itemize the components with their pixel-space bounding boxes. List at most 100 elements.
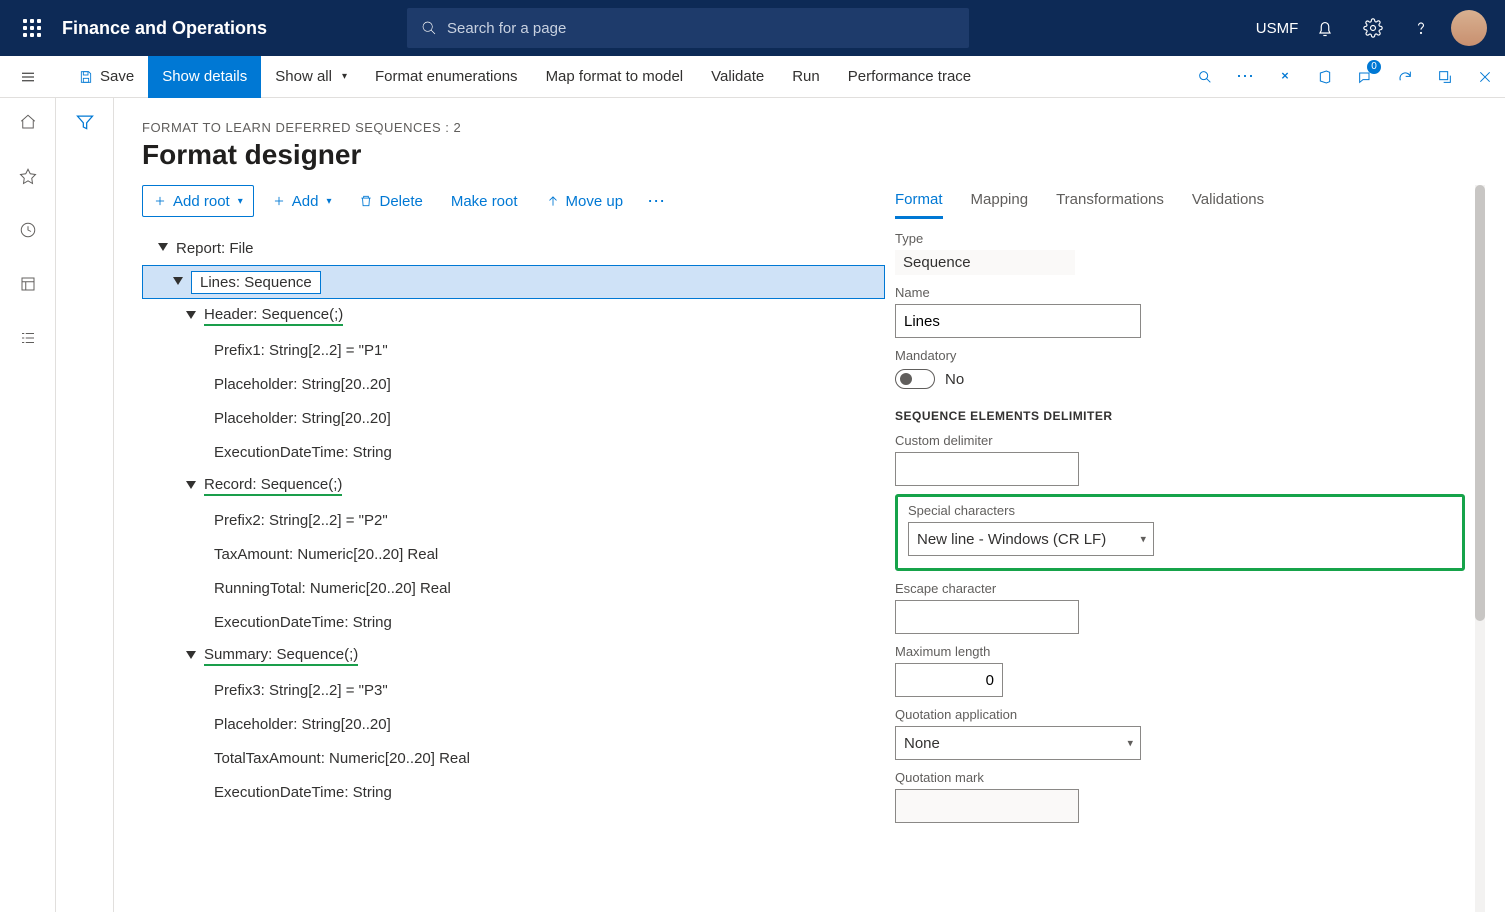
- tree-node[interactable]: Prefix2: String[2..2] = "P2": [142, 503, 885, 537]
- refresh-icon[interactable]: [1385, 56, 1425, 98]
- nav-toggle-icon[interactable]: [0, 56, 56, 98]
- popout-icon[interactable]: [1425, 56, 1465, 98]
- maximum-length-label: Maximum length: [895, 644, 1465, 659]
- legal-entity[interactable]: USMF: [1253, 0, 1301, 56]
- chevron-down-icon: ▾: [1140, 533, 1146, 546]
- tree-toolbar-more-icon[interactable]: ⋯: [641, 191, 671, 212]
- show-details-label: Show details: [162, 68, 247, 85]
- tree-node[interactable]: TaxAmount: Numeric[20..20] Real: [142, 537, 885, 571]
- filter-icon[interactable]: [75, 112, 95, 135]
- action-search-icon[interactable]: [1185, 56, 1225, 98]
- add-root-button[interactable]: Add root ▾: [142, 185, 254, 217]
- make-root-button[interactable]: Make root: [441, 185, 528, 217]
- chevron-down-icon: ▾: [238, 196, 243, 207]
- tree-node[interactable]: ExecutionDateTime: String: [142, 775, 885, 809]
- show-details-button[interactable]: Show details: [148, 56, 261, 98]
- format-tree: Report: File Lines: Sequence Header: Seq…: [142, 231, 885, 809]
- add-button[interactable]: Add ▾: [262, 185, 342, 217]
- tree-node[interactable]: Placeholder: String[20..20]: [142, 401, 885, 435]
- collapse-icon[interactable]: [184, 309, 198, 323]
- special-characters-select[interactable]: New line - Windows (CR LF): [908, 522, 1154, 556]
- search-icon: [421, 20, 437, 36]
- tree-node[interactable]: Prefix3: String[2..2] = "P3": [142, 673, 885, 707]
- nav-favorites-icon[interactable]: [7, 160, 49, 192]
- collapse-icon[interactable]: [156, 241, 170, 255]
- tab-mapping[interactable]: Mapping: [971, 187, 1029, 219]
- move-up-button[interactable]: Move up: [536, 185, 634, 217]
- quotation-application-label: Quotation application: [895, 707, 1465, 722]
- tree-toolbar: Add root ▾ Add ▾ Delete: [142, 185, 885, 217]
- tab-transformations[interactable]: Transformations: [1056, 187, 1164, 219]
- tree-node-header[interactable]: Header: Sequence(;): [142, 299, 885, 333]
- delete-button[interactable]: Delete: [349, 185, 432, 217]
- collapse-icon[interactable]: [171, 275, 185, 289]
- tree-node[interactable]: ExecutionDateTime: String: [142, 605, 885, 639]
- tree-node[interactable]: TotalTaxAmount: Numeric[20..20] Real: [142, 741, 885, 775]
- help-icon[interactable]: [1397, 0, 1445, 56]
- nav-recent-icon[interactable]: [7, 214, 49, 246]
- tab-format[interactable]: Format: [895, 187, 943, 219]
- mandatory-toggle[interactable]: [895, 369, 935, 389]
- tree-node-report[interactable]: Report: File: [142, 231, 885, 265]
- tab-validations[interactable]: Validations: [1192, 187, 1264, 219]
- custom-delimiter-input[interactable]: [895, 452, 1079, 486]
- tree-panel: Add root ▾ Add ▾ Delete: [142, 185, 885, 912]
- notifications-icon[interactable]: [1301, 0, 1349, 56]
- nav-home-icon[interactable]: [7, 106, 49, 138]
- type-label: Type: [895, 231, 1465, 246]
- quotation-application-select[interactable]: None: [895, 726, 1141, 760]
- tree-node[interactable]: Placeholder: String[20..20]: [142, 367, 885, 401]
- tree-node[interactable]: Placeholder: String[20..20]: [142, 707, 885, 741]
- format-enumerations-button[interactable]: Format enumerations: [361, 56, 532, 98]
- global-search-input[interactable]: [447, 20, 955, 37]
- close-icon[interactable]: [1465, 56, 1505, 98]
- app-launcher-icon[interactable]: [8, 0, 56, 56]
- run-button[interactable]: Run: [778, 56, 834, 98]
- left-nav: [0, 98, 56, 912]
- special-characters-highlight: Special characters New line - Windows (C…: [895, 494, 1465, 571]
- body: FORMAT TO LEARN DEFERRED SEQUENCES : 2 F…: [0, 98, 1505, 912]
- quotation-mark-input[interactable]: [895, 789, 1079, 823]
- collapse-icon[interactable]: [184, 649, 198, 663]
- chevron-down-icon: ▾: [342, 71, 347, 82]
- tree-node-lines[interactable]: Lines: Sequence: [142, 265, 885, 299]
- tree-node[interactable]: Prefix1: String[2..2] = "P1": [142, 333, 885, 367]
- top-bar: Finance and Operations USMF: [0, 0, 1505, 56]
- save-label: Save: [100, 68, 134, 85]
- name-input[interactable]: [895, 304, 1141, 338]
- special-characters-label: Special characters: [908, 503, 1452, 518]
- office-icon[interactable]: [1305, 56, 1345, 98]
- tree-node-record[interactable]: Record: Sequence(;): [142, 469, 885, 503]
- action-more-icon[interactable]: ⋯: [1225, 56, 1265, 98]
- nav-workspaces-icon[interactable]: [7, 268, 49, 300]
- tree-node[interactable]: ExecutionDateTime: String: [142, 435, 885, 469]
- properties-panel: Format Mapping Transformations Validatio…: [885, 185, 1485, 912]
- global-search[interactable]: [407, 8, 969, 48]
- nav-modules-icon[interactable]: [7, 322, 49, 354]
- settings-icon[interactable]: [1349, 0, 1397, 56]
- page-title: Format designer: [142, 139, 1485, 171]
- type-value: Sequence: [895, 250, 1075, 275]
- messages-badge: 0: [1367, 60, 1381, 74]
- breadcrumb: FORMAT TO LEARN DEFERRED SEQUENCES : 2: [142, 120, 1485, 135]
- collapse-icon[interactable]: [184, 479, 198, 493]
- filter-bar: [56, 98, 114, 912]
- maximum-length-input[interactable]: [895, 663, 1003, 697]
- scrollbar[interactable]: [1475, 185, 1485, 912]
- user-avatar[interactable]: [1451, 10, 1487, 46]
- escape-character-input[interactable]: [895, 600, 1079, 634]
- attachments-icon[interactable]: [1265, 56, 1305, 98]
- property-tabs: Format Mapping Transformations Validatio…: [895, 187, 1465, 219]
- map-format-to-model-button[interactable]: Map format to model: [532, 56, 698, 98]
- save-button[interactable]: Save: [64, 56, 148, 98]
- tree-node-summary[interactable]: Summary: Sequence(;): [142, 639, 885, 673]
- validate-button[interactable]: Validate: [697, 56, 778, 98]
- action-bar: Save Show details Show all▾ Format enume…: [0, 56, 1505, 98]
- performance-trace-button[interactable]: Performance trace: [834, 56, 985, 98]
- quotation-mark-label: Quotation mark: [895, 770, 1465, 785]
- show-all-button[interactable]: Show all▾: [261, 56, 361, 98]
- tree-node[interactable]: RunningTotal: Numeric[20..20] Real: [142, 571, 885, 605]
- scrollbar-thumb[interactable]: [1475, 185, 1485, 621]
- app-title: Finance and Operations: [62, 18, 267, 39]
- messages-icon[interactable]: 0: [1345, 56, 1385, 98]
